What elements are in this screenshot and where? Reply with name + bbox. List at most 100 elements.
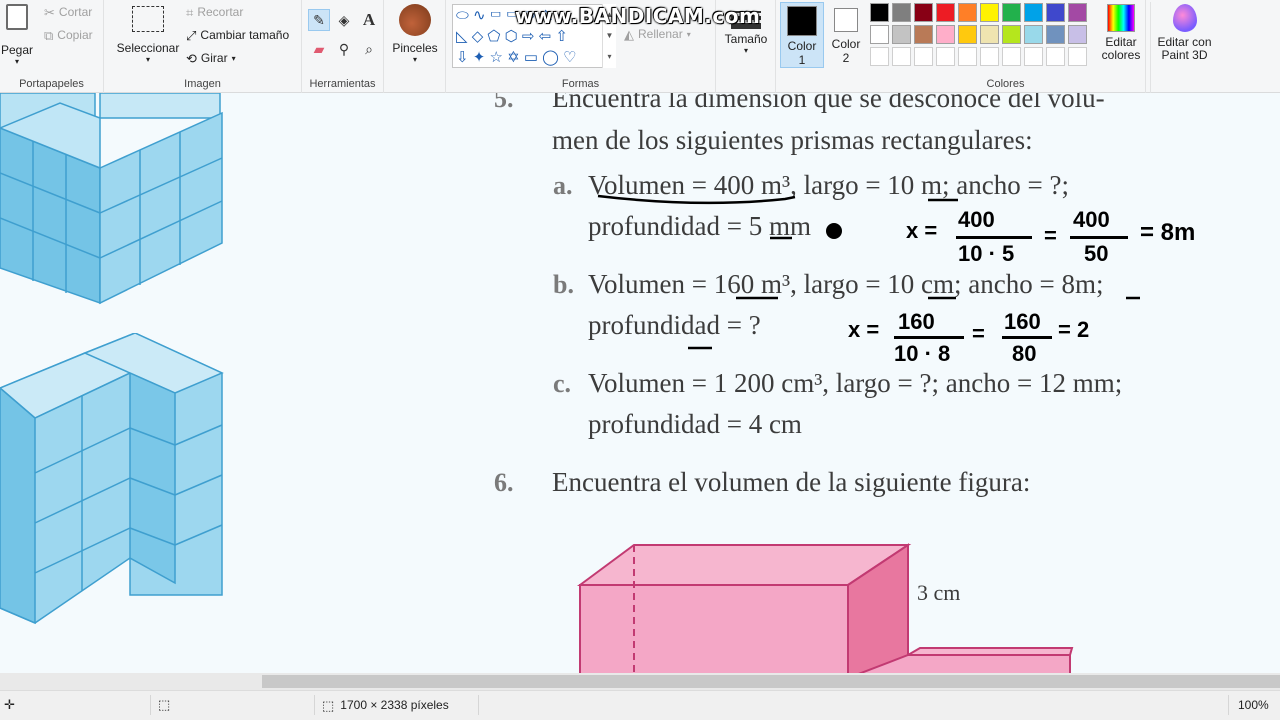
empty-color-swatch[interactable] <box>936 47 955 66</box>
selection-size: ⬚ <box>158 698 170 711</box>
shapes-group-label: Formas <box>561 78 600 90</box>
copy-label: Copiar <box>57 28 93 42</box>
handwritten-den-a1: 10 · 5 <box>958 241 1015 266</box>
color-swatch[interactable] <box>892 25 911 44</box>
color-swatch[interactable] <box>958 25 977 44</box>
color-swatch[interactable] <box>980 3 999 22</box>
handwritten-num-a1: 400 <box>958 207 995 232</box>
fraction-bar <box>894 336 964 339</box>
handwritten-result-b: = 2 <box>1058 317 1090 342</box>
color1-swatch <box>787 6 817 36</box>
select-button[interactable]: Seleccionar ▾ <box>112 6 184 64</box>
color2-button[interactable]: Color 2 <box>826 2 866 68</box>
color-swatch[interactable] <box>936 25 955 44</box>
empty-color-swatch[interactable] <box>1024 47 1043 66</box>
select-icon <box>132 6 164 32</box>
color-swatch[interactable] <box>892 3 911 22</box>
handwritten-eq-a: = <box>1044 223 1057 248</box>
color-swatch[interactable] <box>1068 3 1087 22</box>
select-label: Seleccionar <box>116 41 180 55</box>
brush-icon <box>399 4 431 36</box>
size-label: Tamaño <box>724 32 768 46</box>
status-bar: ✛ ⬚ ⬚ 1700 × 2338 píxeles 100% <box>0 690 1280 720</box>
empty-color-swatch[interactable] <box>1002 47 1021 66</box>
paint3d-icon <box>1172 4 1197 32</box>
empty-color-swatch[interactable] <box>870 47 889 66</box>
crop-icon: ⌗ <box>186 4 194 20</box>
image-group-label: Imagen <box>184 78 221 90</box>
color-picker-icon[interactable]: ⚲ <box>333 38 355 60</box>
cut-button[interactable]: ✂ Cortar <box>44 5 92 19</box>
zoom-text: 100% <box>1238 698 1269 712</box>
color-swatch[interactable] <box>958 3 977 22</box>
fraction-bar <box>1002 336 1052 339</box>
color-swatch[interactable] <box>936 3 955 22</box>
fill-button[interactable]: ◭ Rellenar ▾ <box>624 27 691 41</box>
color1-button[interactable]: Color 1 <box>780 2 824 68</box>
image-dimensions: ⬚ 1700 × 2338 píxeles <box>322 698 449 712</box>
question-6-number: 6. <box>494 468 514 497</box>
ribbon: Pegar ▾ ✂ Cortar ⧉ Copiar Portapapeles S… <box>0 0 1280 93</box>
handwritten-num-a2: 400 <box>1073 207 1110 232</box>
paste-button[interactable]: Pegar ▾ <box>0 4 34 66</box>
fill-icon: ◭ <box>624 26 634 42</box>
cut-label: Cortar <box>58 5 93 19</box>
paste-label: Pegar <box>0 43 34 57</box>
canvas-area[interactable]: 5. Encuentra la dimensión que se descono… <box>0 93 1280 673</box>
empty-color-swatch[interactable] <box>892 47 911 66</box>
paint3d-button[interactable]: Editar con Paint 3D <box>1150 2 1218 93</box>
text-icon[interactable]: A <box>358 9 380 31</box>
color-swatch[interactable] <box>1002 3 1021 22</box>
color-swatch[interactable] <box>1024 3 1043 22</box>
chevron-down-icon: ▾ <box>412 55 417 64</box>
cube-figure-bottom <box>0 333 224 625</box>
color-swatch[interactable] <box>870 25 889 44</box>
empty-color-swatch[interactable] <box>980 47 999 66</box>
handwritten-x-b: x = <box>848 317 880 342</box>
clipboard-icon <box>6 4 28 30</box>
color-swatch[interactable] <box>914 25 933 44</box>
handwritten-x-a: x = <box>906 218 938 243</box>
color-swatch[interactable] <box>1046 25 1065 44</box>
handwritten-den-a2: 50 <box>1084 241 1109 266</box>
bandicam-watermark: www.BANDICAM.com <box>515 4 761 28</box>
handwritten-result-a: = 8m <box>1140 219 1196 246</box>
fill-label: Rellenar <box>638 27 683 41</box>
image-dimensions-text: 1700 × 2338 píxeles <box>340 698 449 712</box>
color-swatch[interactable] <box>1024 25 1043 44</box>
eraser-icon[interactable]: ▰ <box>308 38 330 60</box>
color-swatch[interactable] <box>914 3 933 22</box>
color1-label: Color 1 <box>787 39 817 67</box>
color-swatch[interactable] <box>1002 25 1021 44</box>
rotate-button[interactable]: ⟲ Girar ▾ <box>186 51 236 65</box>
chevron-down-icon: ▾ <box>686 29 691 39</box>
edit-colors-button[interactable]: Editar colores <box>1096 2 1146 62</box>
zoom-level[interactable]: 100% <box>1238 698 1269 712</box>
color-swatch[interactable] <box>980 25 999 44</box>
handwritten-den-b1: 10 · 8 <box>894 341 951 366</box>
empty-color-swatch[interactable] <box>914 47 933 66</box>
empty-color-swatch[interactable] <box>958 47 977 66</box>
pink-prism-figure <box>576 543 1074 673</box>
brushes-button[interactable]: Pinceles ▾ <box>388 4 442 64</box>
crop-label: Recortar <box>197 5 244 19</box>
shapes-row-2: ◺ ◇ ⬠ ⬡ ⇨ ⇦ ⇧ <box>456 28 568 45</box>
copy-icon: ⧉ <box>44 27 54 43</box>
copy-button[interactable]: ⧉ Copiar <box>44 28 93 42</box>
color-swatch[interactable] <box>1068 25 1087 44</box>
fraction-bar <box>1070 236 1128 239</box>
worksheet-page: 5. Encuentra la dimensión que se descono… <box>0 93 1280 673</box>
scrollbar-thumb[interactable] <box>262 675 1280 688</box>
fill-bucket-icon[interactable]: ◈ <box>333 9 355 31</box>
resize-button[interactable]: ⤢ Cambiar tamaño <box>186 28 289 42</box>
horizontal-scrollbar[interactable] <box>0 673 1280 690</box>
crop-button[interactable]: ⌗ Recortar <box>186 5 243 19</box>
empty-color-swatch[interactable] <box>1046 47 1065 66</box>
empty-color-swatch[interactable] <box>1068 47 1087 66</box>
magnifier-icon[interactable]: ⌕ <box>358 38 380 60</box>
pencil-icon[interactable]: ✎ <box>308 9 330 31</box>
color-swatch[interactable] <box>1046 3 1065 22</box>
color-swatch[interactable] <box>870 3 889 22</box>
brushes-group: Pinceles ▾ <box>384 0 446 93</box>
handwritten-den-b2: 80 <box>1012 341 1037 366</box>
